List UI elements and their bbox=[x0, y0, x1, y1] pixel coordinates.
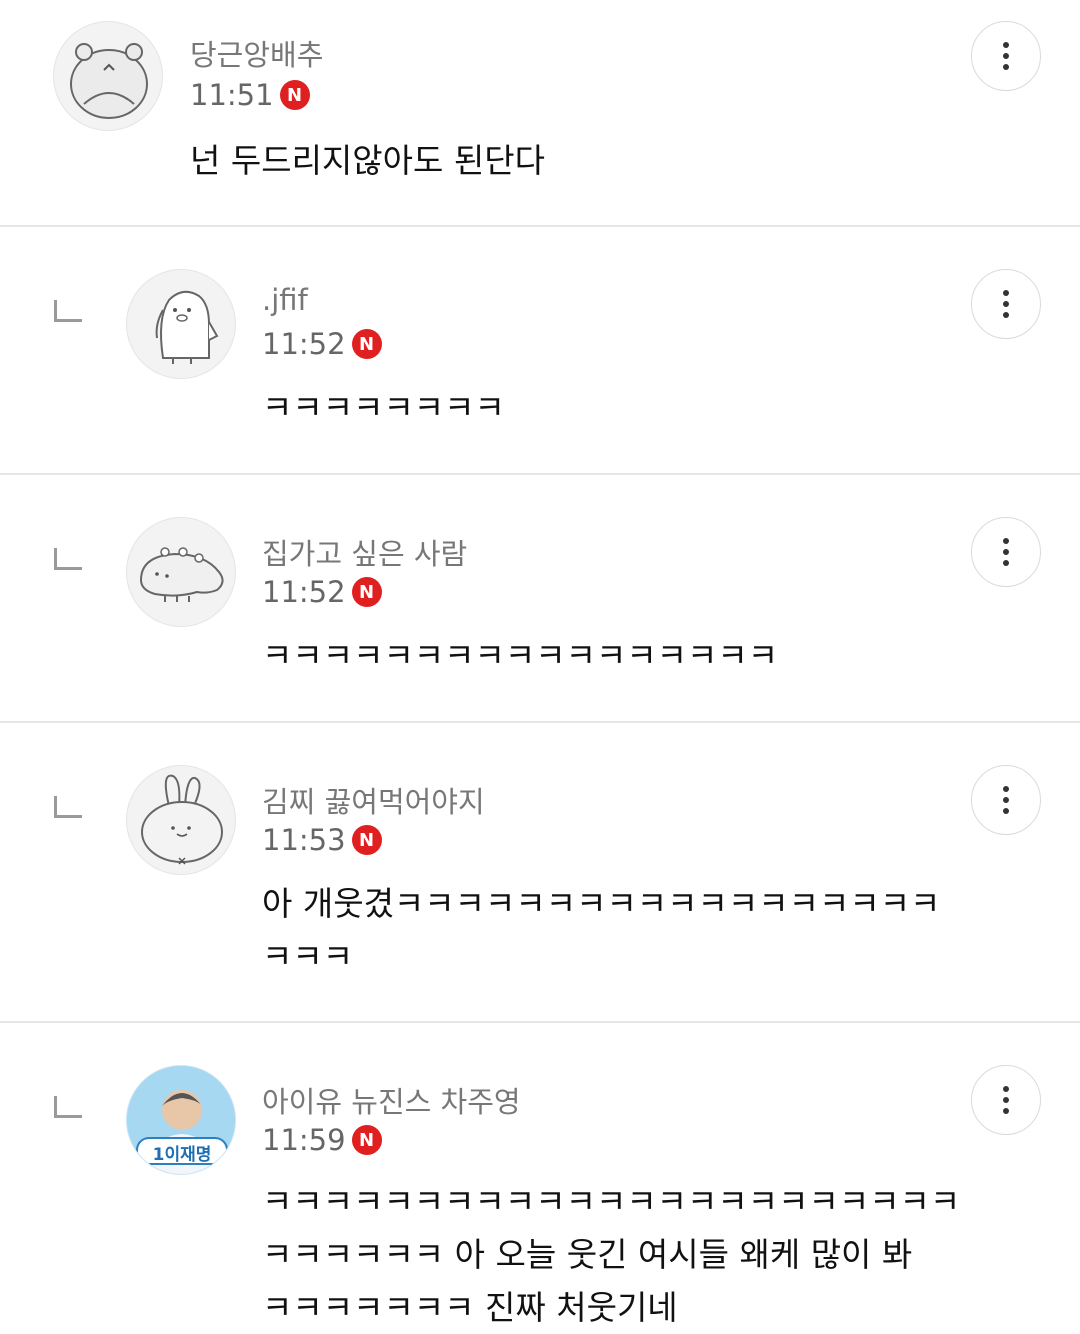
comment-meta: 11:52 N bbox=[262, 575, 382, 609]
comment-time: 11:59 bbox=[262, 1123, 346, 1157]
comment-author[interactable]: .jfif bbox=[262, 283, 308, 317]
comment-time: 11:52 bbox=[262, 327, 346, 361]
more-options-button[interactable] bbox=[971, 765, 1041, 835]
new-badge-icon: N bbox=[351, 1125, 382, 1155]
more-options-button[interactable] bbox=[971, 517, 1041, 587]
reply-arrow-icon bbox=[54, 548, 82, 570]
new-badge-icon: N bbox=[351, 329, 382, 359]
new-badge-icon: N bbox=[279, 80, 310, 110]
reply-arrow-icon bbox=[54, 300, 82, 322]
dot-icon bbox=[1003, 1097, 1009, 1103]
comment-time: 11:51 bbox=[190, 78, 274, 112]
dot-icon bbox=[1003, 560, 1009, 566]
reply-item: .jfif 11:52 N ㅋㅋㅋㅋㅋㅋㅋㅋ bbox=[0, 227, 1080, 473]
comment-item: 당근앙배추 11:51 N 넌 두드리지않아도 된단다 bbox=[0, 0, 1080, 226]
comment-author[interactable]: 당근앙배추 bbox=[190, 32, 323, 74]
dot-icon bbox=[1003, 797, 1009, 803]
dot-icon bbox=[1003, 64, 1009, 70]
photo-avatar-icon[interactable]: 1이재명 bbox=[126, 1065, 236, 1175]
dot-icon bbox=[1003, 301, 1009, 307]
dot-icon bbox=[1003, 1086, 1009, 1092]
dot-icon bbox=[1003, 1108, 1009, 1114]
penguin-avatar-icon[interactable] bbox=[126, 269, 236, 379]
dot-icon bbox=[1003, 290, 1009, 296]
dot-icon bbox=[1003, 312, 1009, 318]
comment-author[interactable]: 집가고 싶은 사람 bbox=[262, 531, 467, 573]
dot-icon bbox=[1003, 808, 1009, 814]
reply-item: 1이재명 아이유 뉴진스 차주영 11:59 N ㅋㅋㅋㅋㅋㅋㅋㅋㅋㅋㅋㅋㅋㅋㅋ… bbox=[0, 1023, 1080, 1333]
dot-icon bbox=[1003, 786, 1009, 792]
comment-text: ㅋㅋㅋㅋㅋㅋㅋㅋ bbox=[262, 388, 505, 427]
new-badge-icon: N bbox=[351, 577, 382, 607]
reply-item: 집가고 싶은 사람 11:52 N ㅋㅋㅋㅋㅋㅋㅋㅋㅋㅋㅋㅋㅋㅋㅋㅋㅋ bbox=[0, 475, 1080, 721]
comment-author[interactable]: 아이유 뉴진스 차주영 bbox=[262, 1079, 521, 1121]
avatar-caption: 1이재명 bbox=[152, 1145, 212, 1165]
comment-text: ㅋㅋㅋㅋㅋㅋㅋㅋㅋㅋㅋㅋㅋㅋㅋㅋㅋㅋㅋㅋㅋㅋㅋ ㅋㅋㅋㅋㅋㅋ 아 오늘 웃긴 여… bbox=[262, 1182, 961, 1327]
reply-arrow-icon bbox=[54, 796, 82, 818]
comment-text: 넌 두드리지않아도 된단다 bbox=[190, 141, 545, 180]
comment-time: 11:52 bbox=[262, 575, 346, 609]
comment-meta: 11:59 N bbox=[262, 1123, 382, 1157]
comment-meta: 11:53 N bbox=[262, 823, 382, 857]
more-options-button[interactable] bbox=[971, 21, 1041, 91]
comment-author[interactable]: 김찌 끓여먹어야지 bbox=[262, 779, 485, 821]
reply-arrow-icon bbox=[54, 1096, 82, 1118]
dinosaur-avatar-icon[interactable] bbox=[126, 517, 236, 627]
dot-icon bbox=[1003, 42, 1009, 48]
rabbit-avatar-icon[interactable] bbox=[126, 765, 236, 875]
more-options-button[interactable] bbox=[971, 269, 1041, 339]
new-badge-icon: N bbox=[351, 825, 382, 855]
comment-meta: 11:52 N bbox=[262, 327, 382, 361]
comment-text: 아 개웃겼ㅋㅋㅋㅋㅋㅋㅋㅋㅋㅋㅋㅋㅋㅋㅋㅋㅋㅋ ㅋㅋㅋ bbox=[262, 884, 941, 976]
dot-icon bbox=[1003, 53, 1009, 59]
more-options-button[interactable] bbox=[971, 1065, 1041, 1135]
dot-icon bbox=[1003, 538, 1009, 544]
reply-item: 김찌 끓여먹어야지 11:53 N 아 개웃겼ㅋㅋㅋㅋㅋㅋㅋㅋㅋㅋㅋㅋㅋㅋㅋㅋㅋ… bbox=[0, 723, 1080, 1021]
comment-time: 11:53 bbox=[262, 823, 346, 857]
comment-meta: 11:51 N bbox=[190, 78, 310, 112]
dot-icon bbox=[1003, 549, 1009, 555]
hamster-avatar-icon[interactable] bbox=[53, 21, 163, 131]
comment-text: ㅋㅋㅋㅋㅋㅋㅋㅋㅋㅋㅋㅋㅋㅋㅋㅋㅋ bbox=[262, 636, 779, 675]
